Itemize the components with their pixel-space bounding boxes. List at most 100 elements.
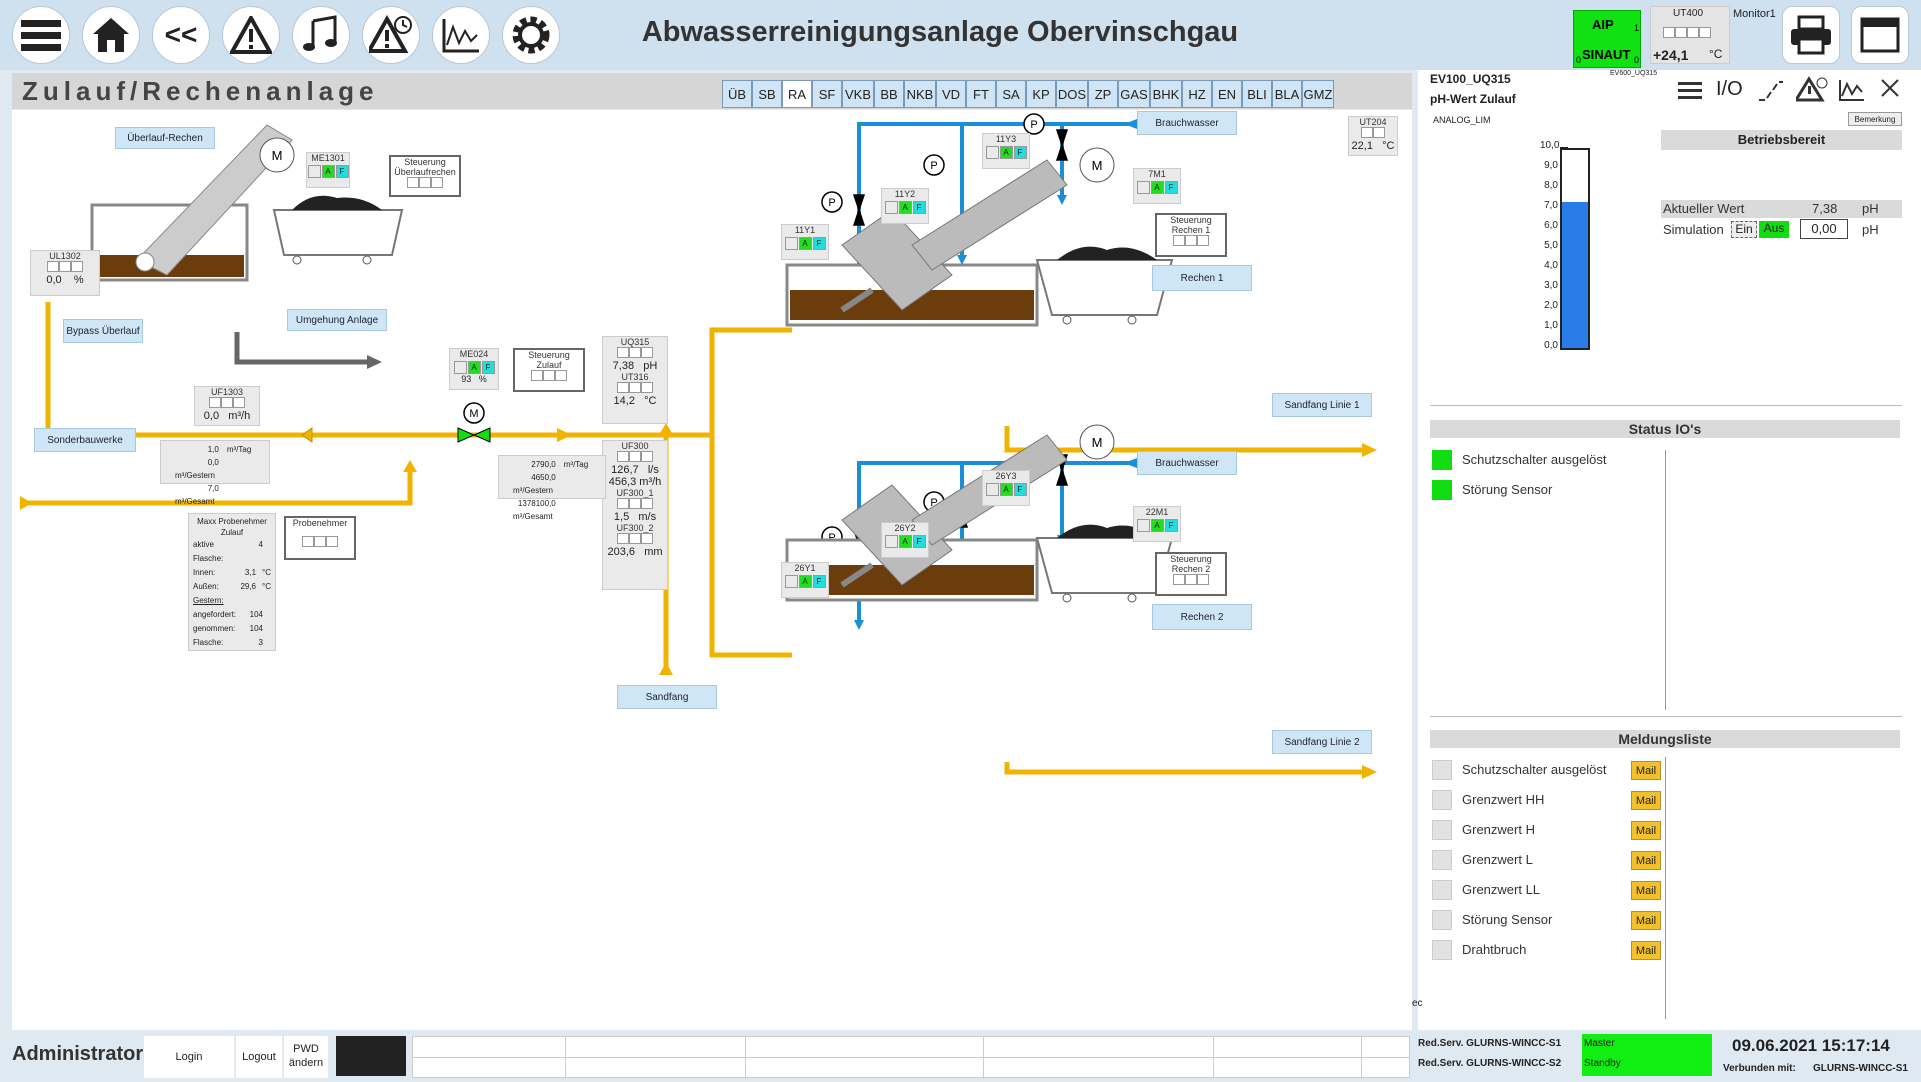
counter-row: 4650,0 m³/Gestern bbox=[505, 471, 599, 497]
mail-button[interactable]: Mail bbox=[1631, 941, 1661, 960]
pwd-button[interactable]: PWD ändern bbox=[284, 1036, 328, 1078]
label-sandfang-linie-1[interactable]: Sandfang Linie 1 bbox=[1272, 393, 1372, 417]
message-item-label: Schutzschalter ausgelöst bbox=[1462, 762, 1607, 777]
mail-button[interactable]: Mail bbox=[1631, 791, 1661, 810]
message-checkbox[interactable] bbox=[1432, 850, 1452, 870]
tab-en[interactable]: EN bbox=[1212, 80, 1242, 108]
mail-button[interactable]: Mail bbox=[1631, 911, 1661, 930]
tab-bhk[interactable]: BHK bbox=[1150, 80, 1182, 108]
message-checkbox[interactable] bbox=[1432, 760, 1452, 780]
tag-uf300[interactable]: UF300 126,7 l/s 456,3 m³/h UF300_1 1,5 m… bbox=[602, 440, 668, 590]
label-rechen-1[interactable]: Rechen 1 bbox=[1152, 265, 1252, 291]
tag-11y3[interactable]: 11Y3 A F bbox=[982, 133, 1030, 169]
bemerkung-button[interactable]: Bemerkung bbox=[1848, 112, 1902, 126]
label-ueberlauf-rechen[interactable]: Überlauf-Rechen bbox=[115, 127, 215, 149]
ramp-icon[interactable] bbox=[1757, 80, 1785, 107]
tab-gmz[interactable]: GMZ bbox=[1302, 80, 1334, 108]
keyboard-icon[interactable] bbox=[336, 1036, 406, 1076]
back-button[interactable]: << bbox=[152, 6, 210, 64]
warning-clock-icon[interactable] bbox=[1793, 76, 1828, 107]
tag-26y1[interactable]: 26Y1 A F bbox=[781, 562, 829, 598]
warning-clock-icon[interactable] bbox=[362, 6, 420, 64]
music-icon[interactable] bbox=[292, 6, 350, 64]
tag-uf1303[interactable]: UF1303 0,0 m³/h bbox=[194, 386, 260, 426]
tag-ul1302[interactable]: UL1302 0,0 % bbox=[30, 250, 100, 296]
tab-vd[interactable]: VD bbox=[936, 80, 966, 108]
label-brauchwasser-1[interactable]: Brauchwasser bbox=[1137, 111, 1237, 135]
trend-icon[interactable] bbox=[1838, 78, 1866, 107]
steuerung-zulauf-box[interactable]: Steuerung Zulauf bbox=[513, 348, 585, 392]
steuerung-rechen2-box[interactable]: Steuerung Rechen 2 bbox=[1155, 552, 1227, 596]
sim-value-input[interactable]: 0,00 bbox=[1800, 219, 1848, 239]
warning-icon[interactable] bbox=[222, 6, 280, 64]
mail-button[interactable]: Mail bbox=[1631, 881, 1661, 900]
menu-icon[interactable] bbox=[1678, 80, 1702, 105]
io-icon[interactable]: I/O bbox=[1716, 78, 1743, 101]
home-icon[interactable] bbox=[82, 6, 140, 64]
tag-26y2[interactable]: 26Y2 A F bbox=[881, 522, 929, 558]
window-icon[interactable] bbox=[1851, 6, 1909, 64]
tab-ft[interactable]: FT bbox=[966, 80, 996, 108]
message-checkbox[interactable] bbox=[1432, 910, 1452, 930]
tag-ut204[interactable]: UT204 22,1 °C bbox=[1348, 116, 1398, 156]
tab-dos[interactable]: DOS bbox=[1056, 80, 1088, 108]
tab-hz[interactable]: HZ bbox=[1182, 80, 1212, 108]
sim-aus-button[interactable]: Aus bbox=[1759, 221, 1789, 238]
tag-26y3[interactable]: 26Y3 A F bbox=[982, 470, 1030, 506]
label-sonderbauwerke[interactable]: Sonderbauwerke bbox=[34, 428, 136, 452]
tag-11y2[interactable]: 11Y2 A F bbox=[881, 188, 929, 224]
menu-icon[interactable] bbox=[12, 6, 70, 64]
tab-bla[interactable]: BLA bbox=[1272, 80, 1302, 108]
message-checkbox[interactable] bbox=[1432, 790, 1452, 810]
close-icon[interactable] bbox=[1880, 78, 1900, 104]
sampler-row: Flasche: 3 bbox=[193, 636, 271, 650]
label-sandfang-linie-2[interactable]: Sandfang Linie 2 bbox=[1272, 730, 1372, 754]
tab-vkb[interactable]: VKB bbox=[842, 80, 874, 108]
message-checkbox[interactable] bbox=[1432, 880, 1452, 900]
tag-uq315[interactable]: UQ315 7,38 pH UT316 14,2 °C bbox=[602, 336, 668, 424]
tab-nkb[interactable]: NKB bbox=[904, 80, 936, 108]
tab-zp[interactable]: ZP bbox=[1088, 80, 1118, 108]
message-bar[interactable] bbox=[412, 1036, 1410, 1079]
tab-bb[interactable]: BB bbox=[874, 80, 904, 108]
trend-icon[interactable] bbox=[432, 6, 490, 64]
scale-tick-label: 5,0 bbox=[1544, 240, 1558, 251]
tag-7m1[interactable]: 7M1 A F bbox=[1133, 168, 1181, 204]
label-umgehung[interactable]: Umgehung Anlage bbox=[287, 309, 387, 331]
printer-icon[interactable] bbox=[1782, 6, 1840, 64]
tag-11y1[interactable]: 11Y1 A F bbox=[781, 224, 829, 260]
probenehmer-box[interactable]: Probenehmer bbox=[284, 516, 356, 560]
sinaut-num-left: 0 bbox=[1576, 55, 1582, 65]
status-io-header: Status IO's bbox=[1430, 420, 1900, 438]
tab-sf[interactable]: SF bbox=[812, 80, 842, 108]
gear-icon[interactable] bbox=[502, 6, 560, 64]
tab-gas[interactable]: GAS bbox=[1118, 80, 1150, 108]
logout-button[interactable]: Logout bbox=[236, 1036, 282, 1078]
sim-ein-button[interactable]: Ein bbox=[1731, 221, 1757, 238]
mail-button[interactable]: Mail bbox=[1631, 851, 1661, 870]
label-rechen-2[interactable]: Rechen 2 bbox=[1152, 604, 1252, 630]
footer: Administrator Login Logout PWD ändern Re… bbox=[0, 1032, 1921, 1082]
label-bypass[interactable]: Bypass Überlauf bbox=[63, 319, 143, 343]
tab-sb[interactable]: SB bbox=[752, 80, 782, 108]
tag-22m1[interactable]: 22M1 A F bbox=[1133, 506, 1181, 542]
label-brauchwasser-2[interactable]: Brauchwasser bbox=[1137, 451, 1237, 475]
mail-button[interactable]: Mail bbox=[1631, 821, 1661, 840]
tab-üb[interactable]: ÜB bbox=[722, 80, 752, 108]
login-button[interactable]: Login bbox=[144, 1036, 234, 1078]
mail-button[interactable]: Mail bbox=[1631, 761, 1661, 780]
tab-ra[interactable]: RA bbox=[782, 80, 812, 108]
tab-bli[interactable]: BLI bbox=[1242, 80, 1272, 108]
sampler-key: Flasche: bbox=[193, 638, 224, 647]
ready-status: Betriebsbereit bbox=[1661, 130, 1902, 150]
tag-me024[interactable]: ME024 A F 93 % bbox=[449, 348, 499, 390]
message-checkbox[interactable] bbox=[1432, 820, 1452, 840]
label-sandfang[interactable]: Sandfang bbox=[617, 685, 717, 709]
tab-sa[interactable]: SA bbox=[996, 80, 1026, 108]
tag-me1301[interactable]: ME1301 A F bbox=[306, 152, 350, 188]
steuerung-rechen1-box[interactable]: Steuerung Rechen 1 bbox=[1155, 213, 1227, 257]
tab-kp[interactable]: KP bbox=[1026, 80, 1056, 108]
steuerung-ueberlauf-box[interactable]: Steuerung Überlaufrechen bbox=[389, 155, 461, 197]
tag-ut204-name: UT204 bbox=[1359, 117, 1387, 127]
message-checkbox[interactable] bbox=[1432, 940, 1452, 960]
